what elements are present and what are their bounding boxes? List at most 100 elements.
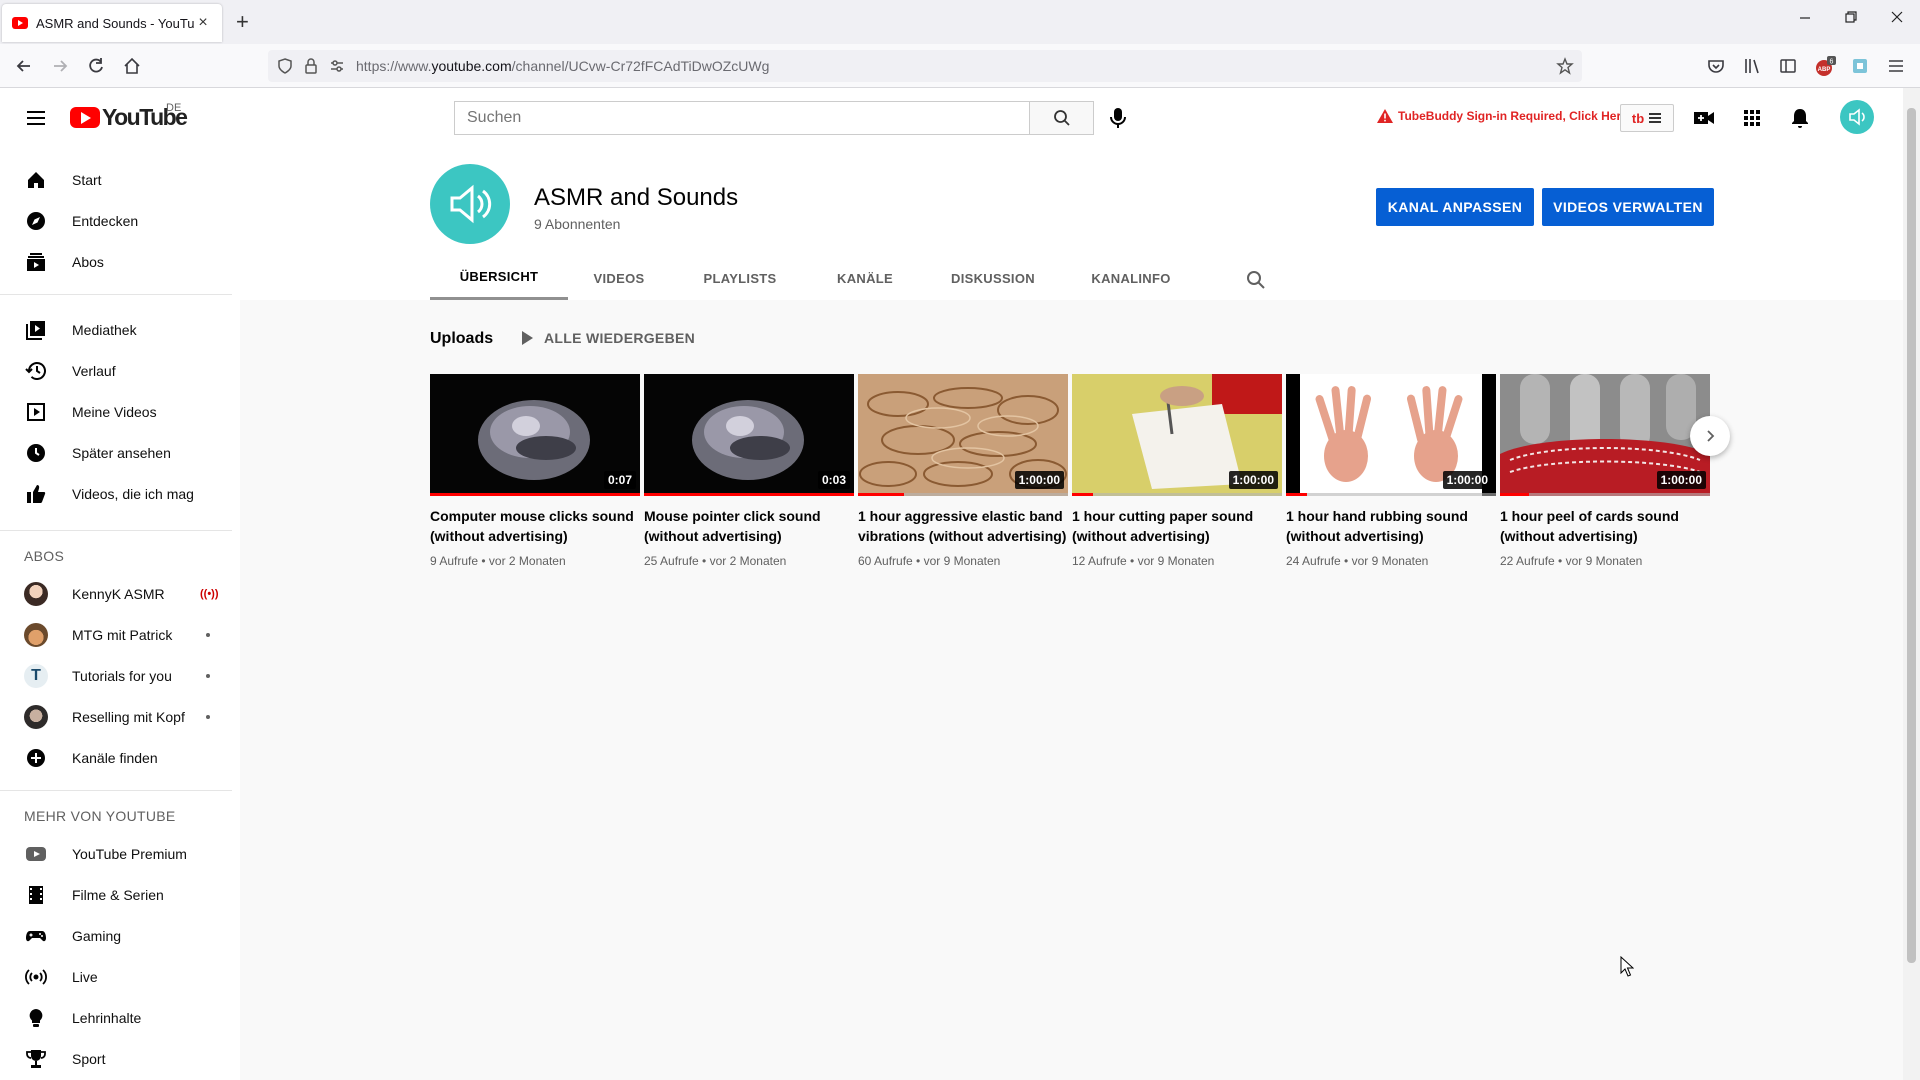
forward-icon[interactable] bbox=[50, 56, 72, 78]
manage-videos-button[interactable]: VIDEOS VERWALTEN bbox=[1542, 188, 1714, 226]
browser-tab[interactable]: ASMR and Sounds - YouTube × bbox=[2, 4, 222, 42]
sidebar-sub-kennyk-asmr[interactable]: KennyK ASMR ((•)) bbox=[0, 574, 240, 614]
close-window-icon[interactable] bbox=[1890, 10, 1904, 24]
library-browser-icon[interactable] bbox=[1742, 56, 1764, 78]
tubebuddy-warning[interactable]: TubeBuddy Sign-in Required, Click Here bbox=[1376, 108, 1628, 124]
lock-icon[interactable] bbox=[302, 57, 320, 75]
browser-menu-icon[interactable] bbox=[1886, 56, 1908, 78]
extension-icon[interactable] bbox=[1850, 56, 1872, 78]
url-text[interactable]: https://www.youtube.com/channel/UCvw-Cr7… bbox=[356, 58, 769, 74]
video-title[interactable]: 1 hour hand rubbing sound (without adver… bbox=[1286, 506, 1496, 546]
tubebuddy-menu-button[interactable]: tb bbox=[1620, 104, 1674, 132]
account-avatar[interactable] bbox=[1840, 100, 1874, 134]
page-scrollbar[interactable] bbox=[1903, 88, 1920, 1080]
shield-icon[interactable] bbox=[276, 57, 294, 75]
youtube-favicon-icon bbox=[12, 17, 28, 29]
tab-uebersicht[interactable]: ÜBERSICHT bbox=[430, 256, 568, 300]
browser-tab-bar: ASMR and Sounds - YouTube × + bbox=[0, 0, 1920, 44]
subscriptions-icon bbox=[24, 250, 48, 274]
video-card[interactable]: 1:00:00 1 hour peel of cards sound (with… bbox=[1500, 374, 1710, 568]
sidebar-item-entdecken[interactable]: Entdecken bbox=[0, 201, 240, 241]
hamburger-menu-icon[interactable] bbox=[24, 106, 48, 130]
search-button[interactable] bbox=[1030, 101, 1094, 135]
sidebar-item-youtube-premium[interactable]: YouTube Premium bbox=[0, 834, 240, 874]
video-thumbnail[interactable]: 1:00:00 bbox=[1286, 374, 1496, 496]
sidebar-item-mediathek[interactable]: Mediathek bbox=[0, 310, 240, 350]
reload-icon[interactable] bbox=[86, 56, 108, 78]
search-input[interactable] bbox=[455, 102, 1030, 134]
video-title[interactable]: 1 hour cutting paper sound (without adve… bbox=[1072, 506, 1282, 546]
video-card[interactable]: 0:03 Mouse pointer click sound (without … bbox=[644, 374, 854, 568]
sidebar-sub-mtg-mit-patrick[interactable]: MTG mit Patrick bbox=[0, 615, 240, 655]
video-title[interactable]: Computer mouse clicks sound (without adv… bbox=[430, 506, 640, 546]
video-thumbnail[interactable]: 1:00:00 bbox=[1500, 374, 1710, 496]
shelf-next-button[interactable] bbox=[1690, 416, 1730, 456]
sidebar-item-sport[interactable]: Sport bbox=[0, 1039, 240, 1079]
sidebar-item-filme-serien[interactable]: Filme & Serien bbox=[0, 875, 240, 915]
url-bar[interactable]: https://www.youtube.com/channel/UCvw-Cr7… bbox=[268, 50, 1582, 82]
video-card[interactable]: 1:00:00 1 hour cutting paper sound (with… bbox=[1072, 374, 1282, 568]
customize-channel-button[interactable]: KANAL ANPASSEN bbox=[1376, 188, 1534, 226]
tab-diskussion[interactable]: DISKUSSION bbox=[920, 256, 1066, 300]
sidebar-toggle-icon[interactable] bbox=[1778, 56, 1800, 78]
sidebar-item-lehrinhalte[interactable]: Lehrinhalte bbox=[0, 998, 240, 1038]
tab-kanalinfo[interactable]: KANALINFO bbox=[1066, 256, 1196, 300]
adblock-extension-icon[interactable]: ABP 6 bbox=[1814, 56, 1836, 78]
apps-grid-icon[interactable] bbox=[1740, 106, 1764, 130]
video-card[interactable]: 1:00:00 1 hour hand rubbing sound (witho… bbox=[1286, 374, 1496, 568]
tab-playlists[interactable]: PLAYLISTS bbox=[670, 256, 810, 300]
video-duration: 1:00:00 bbox=[1228, 471, 1278, 489]
tab-kanaele[interactable]: KANÄLE bbox=[810, 256, 920, 300]
sidebar-item-start[interactable]: Start bbox=[0, 160, 240, 200]
channel-name: ASMR and Sounds bbox=[534, 184, 739, 211]
video-meta: 24 Aufrufe • vor 9 Monaten bbox=[1286, 554, 1429, 568]
video-thumbnail[interactable]: 0:03 bbox=[644, 374, 854, 496]
channel-avatar[interactable] bbox=[430, 164, 510, 244]
create-video-icon[interactable] bbox=[1692, 106, 1716, 130]
video-title[interactable]: 1 hour aggressive elastic band vibration… bbox=[858, 506, 1068, 546]
back-icon[interactable] bbox=[14, 56, 36, 78]
sidebar-item-label: Videos, die ich mag bbox=[72, 486, 194, 502]
speaker-icon bbox=[1849, 108, 1865, 126]
tab-close-icon[interactable]: × bbox=[194, 14, 212, 32]
play-all-button[interactable]: ALLE WIEDERGEBEN bbox=[520, 330, 695, 346]
shelf-title[interactable]: Uploads bbox=[430, 330, 493, 348]
video-title[interactable]: 1 hour peel of cards sound (without adve… bbox=[1500, 506, 1710, 546]
sidebar-item-verlauf[interactable]: Verlauf bbox=[0, 351, 240, 391]
sidebar-item-gaming[interactable]: Gaming bbox=[0, 916, 240, 956]
scrollbar-thumb[interactable] bbox=[1907, 108, 1916, 963]
sidebar-section-more: MEHR VON YOUTUBE bbox=[24, 808, 176, 824]
sidebar-sub-tutorials-for-you[interactable]: T Tutorials for you bbox=[0, 656, 240, 696]
history-icon bbox=[24, 359, 48, 383]
home-browser-icon[interactable] bbox=[122, 56, 144, 78]
watch-progress-bar bbox=[1072, 493, 1093, 496]
sidebar-item-live[interactable]: Live bbox=[0, 957, 240, 997]
sidebar-item-abos[interactable]: Abos bbox=[0, 242, 240, 282]
country-code: DE bbox=[166, 102, 182, 114]
permissions-icon[interactable] bbox=[328, 57, 346, 75]
restore-icon[interactable] bbox=[1844, 10, 1858, 24]
video-card[interactable]: 0:07 Computer mouse clicks sound (withou… bbox=[430, 374, 640, 568]
watch-progress-bar bbox=[858, 493, 905, 496]
minimize-icon[interactable] bbox=[1798, 10, 1812, 24]
video-thumbnail[interactable]: 0:07 bbox=[430, 374, 640, 496]
sidebar-item-meine-videos[interactable]: Meine Videos bbox=[0, 392, 240, 432]
pocket-icon[interactable] bbox=[1706, 56, 1728, 78]
sidebar-item-kanaele-finden[interactable]: Kanäle finden bbox=[0, 738, 240, 778]
video-card[interactable]: 1:00:00 1 hour aggressive elastic band v… bbox=[858, 374, 1068, 568]
sidebar-divider bbox=[0, 530, 232, 531]
sidebar-item-spaeter-ansehen[interactable]: Später ansehen bbox=[0, 433, 240, 473]
bookmark-star-icon[interactable] bbox=[1556, 57, 1574, 75]
microphone-icon[interactable] bbox=[1108, 106, 1128, 130]
video-title[interactable]: Mouse pointer click sound (without adver… bbox=[644, 506, 854, 546]
notifications-bell-icon[interactable] bbox=[1788, 106, 1812, 130]
tab-videos[interactable]: VIDEOS bbox=[568, 256, 670, 300]
channel-search-icon[interactable] bbox=[1246, 270, 1266, 290]
sidebar-sub-reselling-mit-kopf[interactable]: Reselling mit Kopf bbox=[0, 697, 240, 737]
video-meta: 60 Aufrufe • vor 9 Monaten bbox=[858, 554, 1001, 568]
video-thumbnail[interactable]: 1:00:00 bbox=[858, 374, 1068, 496]
sidebar-item-liked-videos[interactable]: Videos, die ich mag bbox=[0, 474, 240, 514]
new-tab-icon[interactable]: + bbox=[236, 10, 249, 34]
video-thumbnail[interactable]: 1:00:00 bbox=[1072, 374, 1282, 496]
play-all-label: ALLE WIEDERGEBEN bbox=[544, 330, 696, 346]
